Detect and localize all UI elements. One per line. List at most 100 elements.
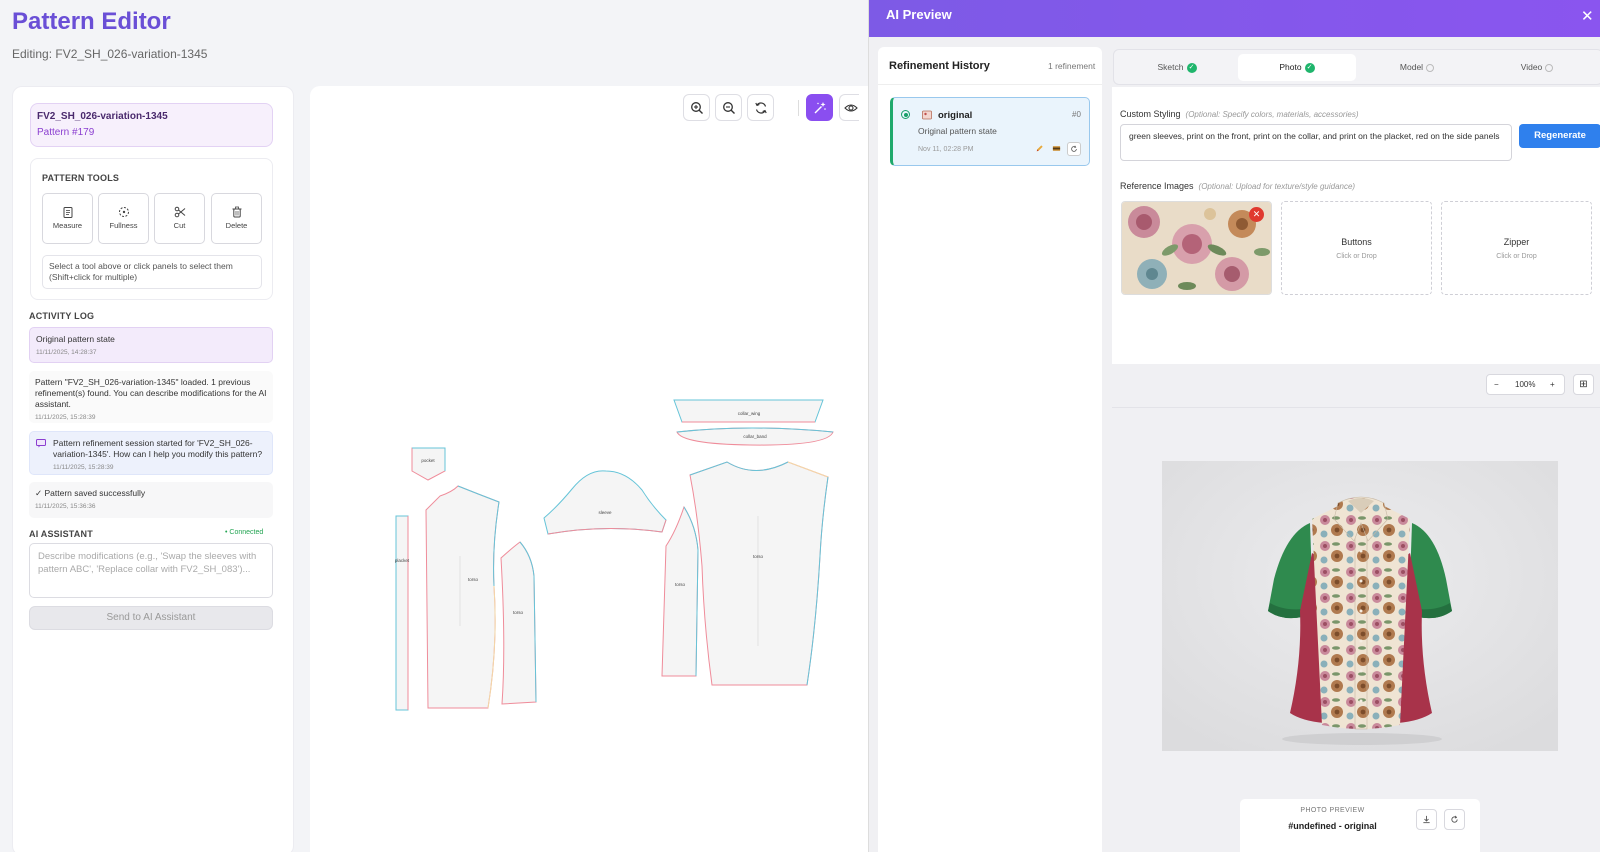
fullness-tool-button[interactable]: Fullness xyxy=(98,193,149,244)
tab-label: Sketch xyxy=(1157,62,1184,72)
tab-video[interactable]: Video xyxy=(1478,54,1596,81)
tab-model[interactable]: Model xyxy=(1358,54,1476,81)
measure-tool-button[interactable]: Measure xyxy=(42,193,93,244)
back-torso-piece[interactable]: torso xyxy=(689,461,829,686)
cut-tool-button[interactable]: Cut xyxy=(154,193,205,244)
delete-tool-label: Delete xyxy=(225,221,248,230)
cut-tool-label: Cut xyxy=(173,221,186,230)
history-item-original[interactable]: original #0 Original pattern state Nov 1… xyxy=(890,97,1090,166)
piece-label: torso xyxy=(753,554,764,559)
pencil-icon[interactable] xyxy=(1032,142,1046,156)
log-text: Pattern "FV2_SH_026-variation-1345" load… xyxy=(35,377,267,409)
piece-label: collar_band xyxy=(743,434,767,439)
connection-status: • Connected xyxy=(225,529,264,536)
image-icon xyxy=(922,110,932,120)
collar-wing-piece[interactable]: collar_wing xyxy=(673,399,824,423)
custom-styling-title: Custom Styling xyxy=(1120,109,1181,119)
pocket-piece[interactable]: pocket xyxy=(411,447,446,481)
piece-label: collar_wing xyxy=(738,411,761,416)
check-icon: ✓ xyxy=(1186,62,1197,73)
photo-preview-label: PHOTO PREVIEW xyxy=(1300,807,1365,814)
selected-radio[interactable] xyxy=(901,110,910,119)
tab-label: Model xyxy=(1399,62,1424,72)
measure-tool-label: Measure xyxy=(52,221,83,230)
history-item-name: original xyxy=(938,110,973,121)
shirt-render xyxy=(1162,461,1558,751)
side-torso-piece[interactable]: torso xyxy=(500,541,537,705)
chat-icon xyxy=(36,439,46,448)
collar-band-piece[interactable]: collar_band xyxy=(676,427,834,446)
log-text: Original pattern state xyxy=(36,334,115,344)
activity-log-entry: Original pattern state 11/11/2025, 14:28… xyxy=(29,327,273,363)
placket-piece[interactable]: placket xyxy=(395,515,410,711)
front-torso-piece[interactable]: torso xyxy=(425,485,500,709)
pattern-number: Pattern #179 xyxy=(37,127,95,138)
piece-label: placket xyxy=(395,558,410,563)
activity-log-entry: Pattern refinement session started for '… xyxy=(29,431,273,475)
download-icon[interactable] xyxy=(1416,809,1437,830)
drop-zone-title: Buttons xyxy=(1341,237,1372,247)
zoom-out-button[interactable]: − xyxy=(1494,380,1499,389)
pattern-tools-panel: PATTERN TOOLS Measure Fullness Cut Delet… xyxy=(30,158,273,300)
drop-zone-title: Zipper xyxy=(1503,237,1530,247)
zoom-control: − 100% + xyxy=(1486,374,1565,395)
drop-zone-zipper[interactable]: Zipper Click or Drop xyxy=(1441,201,1592,295)
log-text: Pattern refinement session started for '… xyxy=(53,438,263,459)
ai-preview-panel: AI Preview ✕ Refinement History 1 refine… xyxy=(868,0,1600,852)
pattern-info-card: FV2_SH_026-variation-1345 Pattern #179 xyxy=(30,103,273,147)
log-time: 11/11/2025, 15:36:36 xyxy=(35,503,96,510)
refresh-icon[interactable] xyxy=(1444,809,1465,830)
drop-zone-hint: Click or Drop xyxy=(1336,253,1377,260)
activity-log-entry: ✓ Pattern saved successfully 11/11/2025,… xyxy=(29,482,273,518)
fullness-icon xyxy=(118,207,129,217)
pending-icon xyxy=(1545,63,1554,72)
refresh-icon[interactable] xyxy=(1067,142,1081,156)
pending-icon xyxy=(1426,63,1435,72)
custom-styling-hint: (Optional: Specify colors, materials, ac… xyxy=(1185,110,1359,119)
pattern-pieces: collar_wing collar_band pocket placket t… xyxy=(395,399,834,711)
sleeve-piece[interactable]: sleeve xyxy=(543,470,667,535)
drop-zone-hint: Click or Drop xyxy=(1496,253,1537,260)
divider xyxy=(878,84,1102,85)
send-to-assistant-button[interactable]: Send to AI Assistant xyxy=(29,606,273,630)
remove-image-icon[interactable]: ✕ xyxy=(1249,207,1264,222)
preview-main: Sketch ✓ Photo ✓ Model Video Custom Stylin… xyxy=(1112,47,1600,852)
custom-styling-input[interactable]: green sleeves, print on the front, print… xyxy=(1120,124,1512,161)
history-item-description: Original pattern state xyxy=(918,126,997,136)
trash-icon xyxy=(232,206,241,218)
piece-label: torso xyxy=(675,582,686,587)
log-text: ✓ Pattern saved successfully xyxy=(35,488,146,498)
ai-preview-header: AI Preview ✕ xyxy=(869,0,1600,37)
zoom-in-button[interactable]: + xyxy=(1550,380,1555,389)
ai-assistant-input[interactable]: Describe modifications (e.g., 'Swap the … xyxy=(29,543,273,598)
tab-photo[interactable]: Photo ✓ xyxy=(1238,54,1356,81)
photo-preview-image xyxy=(1162,461,1558,751)
check-icon: ✓ xyxy=(1304,62,1315,73)
photo-preview-footer: PHOTO PREVIEW #undefined - original xyxy=(1240,799,1480,852)
tab-label: Photo xyxy=(1279,62,1302,72)
activity-log-entry: Pattern "FV2_SH_026-variation-1345" load… xyxy=(29,371,273,423)
page-title: Pattern Editor xyxy=(12,8,171,35)
drop-zone-buttons[interactable]: Buttons Click or Drop xyxy=(1281,201,1432,295)
activity-log-title: ACTIVITY LOG xyxy=(29,311,95,321)
pattern-canvas[interactable]: collar_wing collar_band pocket placket t… xyxy=(310,86,870,852)
log-time: 11/11/2025, 14:28:37 xyxy=(36,349,97,356)
close-icon[interactable]: ✕ xyxy=(1581,7,1594,25)
tab-sketch[interactable]: Sketch ✓ xyxy=(1118,54,1236,81)
delete-tool-button[interactable]: Delete xyxy=(211,193,262,244)
tab-label: Video xyxy=(1520,62,1543,72)
fit-to-screen-icon[interactable]: ⊞ xyxy=(1573,374,1594,395)
zoom-level: 100% xyxy=(1515,380,1536,389)
piece-label: pocket xyxy=(421,458,435,463)
reference-images-hint: (Optional: Upload for texture/style guid… xyxy=(1198,182,1356,191)
page-subtitle: Editing: FV2_SH_026-variation-1345 xyxy=(12,47,208,61)
piece-label: sleeve xyxy=(598,510,612,515)
piece-label: torso xyxy=(513,610,524,615)
reference-images-label: Reference Images (Optional: Upload for te… xyxy=(1120,181,1355,191)
history-item-number: #0 xyxy=(1072,110,1081,119)
regenerate-button[interactable]: Regenerate xyxy=(1519,124,1600,148)
scissors-icon xyxy=(174,206,185,218)
back-side-piece[interactable]: torso xyxy=(661,505,699,677)
film-icon[interactable] xyxy=(1049,142,1063,156)
log-time: 11/11/2025, 15:28:39 xyxy=(53,464,114,471)
